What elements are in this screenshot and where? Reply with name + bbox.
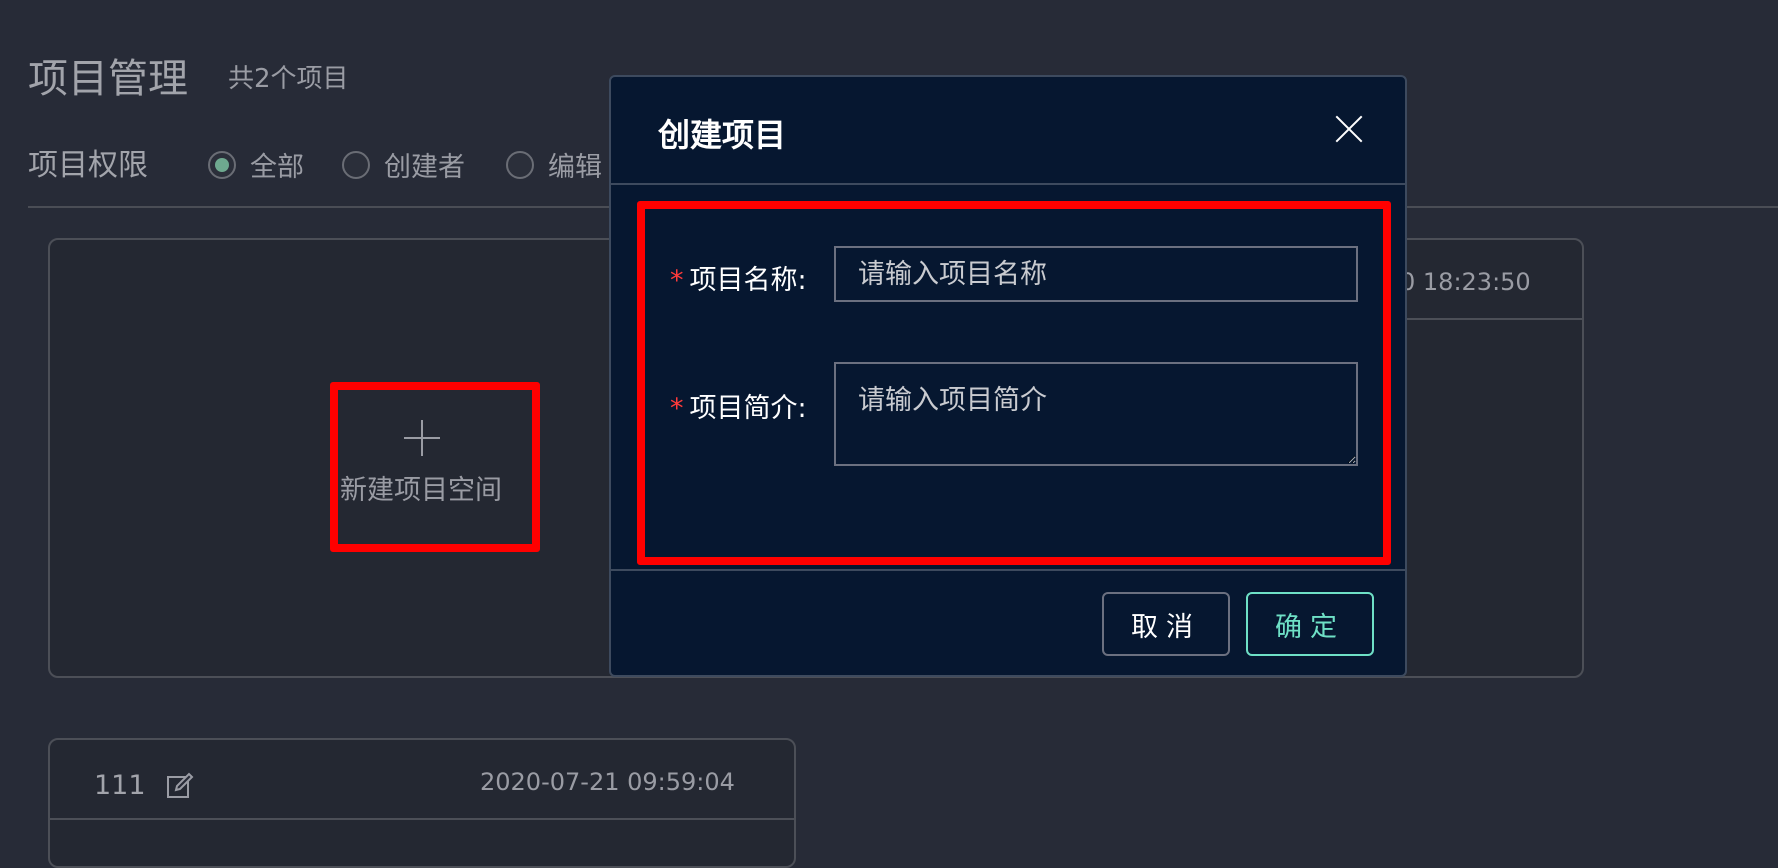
radio-selected-icon	[208, 150, 236, 179]
dialog-header-divider	[611, 183, 1405, 185]
page-title: 项目管理	[28, 56, 188, 102]
radio-creator[interactable]: 创建者	[342, 145, 465, 184]
project-name-input[interactable]	[834, 246, 1358, 302]
close-icon[interactable]	[1334, 114, 1364, 144]
project-name: 111	[94, 770, 146, 801]
required-mark: *	[670, 265, 684, 296]
project-card[interactable]	[48, 738, 796, 868]
project-count: 共2个项目	[228, 64, 349, 94]
radio-unselected-icon	[506, 150, 534, 179]
new-project-space-button[interactable]	[330, 382, 540, 552]
radio-editor[interactable]: 编辑	[506, 145, 602, 184]
cancel-button[interactable]: 取消	[1102, 592, 1230, 656]
radio-label: 创建者	[384, 152, 465, 183]
dialog-title: 创建项目	[658, 116, 787, 154]
card-divider	[50, 818, 794, 820]
dialog-footer-divider	[611, 569, 1405, 571]
permission-filter-label: 项目权限	[28, 148, 148, 183]
page: 项目管理 共2个项目 项目权限 全部 创建者 编辑 0 18:23:50 新建项…	[0, 0, 1778, 868]
project-name-label-text: 项目名称:	[689, 265, 807, 296]
project-card-timestamp: 0 18:23:50	[1400, 268, 1531, 296]
edit-icon[interactable]	[166, 772, 194, 800]
confirm-button[interactable]: 确定	[1246, 592, 1374, 656]
project-timestamp: 2020-07-21 09:59:04	[480, 768, 735, 796]
radio-unselected-icon	[342, 150, 370, 179]
project-description-label: * 项目简介:	[670, 386, 807, 425]
radio-label: 编辑	[548, 152, 602, 183]
radio-all[interactable]: 全部	[208, 145, 304, 184]
required-mark: *	[670, 393, 684, 424]
project-description-textarea[interactable]	[834, 362, 1358, 466]
project-description-label-text: 项目简介:	[689, 393, 807, 424]
radio-label: 全部	[250, 152, 304, 183]
card-divider	[1406, 318, 1582, 320]
plus-icon	[404, 420, 440, 456]
project-name-label: * 项目名称:	[670, 258, 807, 297]
new-project-space-label: 新建项目空间	[340, 475, 502, 506]
